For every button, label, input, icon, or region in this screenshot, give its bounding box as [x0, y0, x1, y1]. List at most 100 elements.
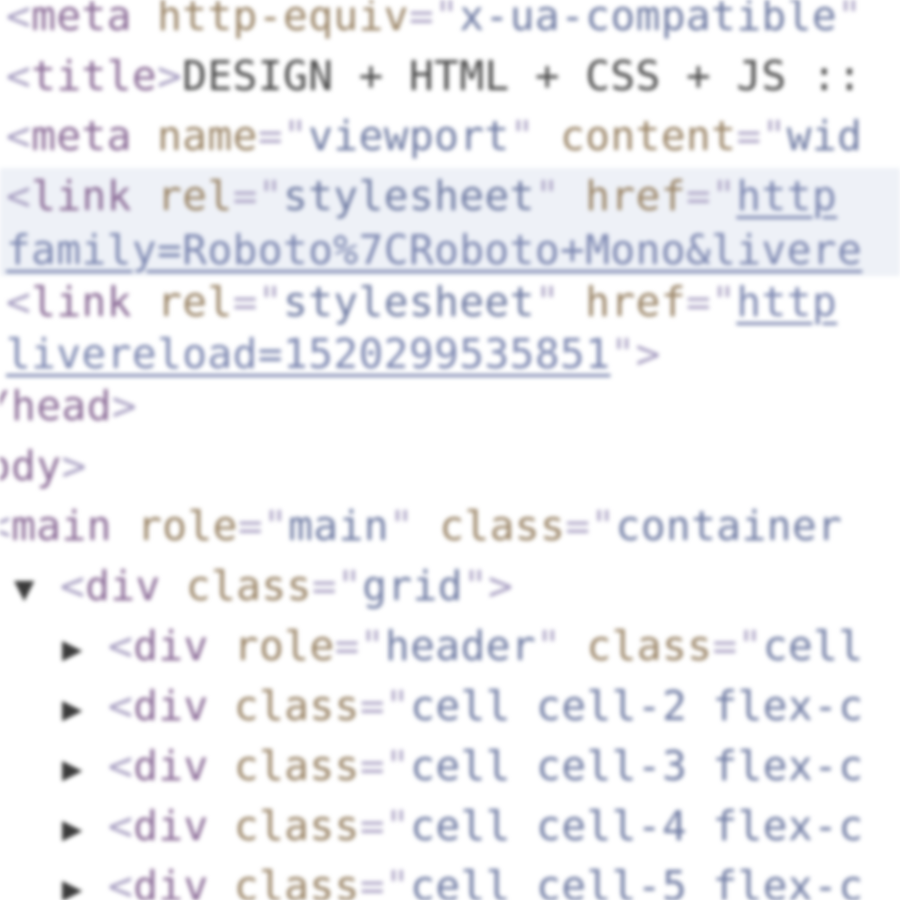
node-div-cell-5[interactable]: ▶ <div class="cell cell-5 flex-c — [62, 862, 864, 900]
node-meta-viewport[interactable]: <meta name="viewport" content="wid — [6, 112, 862, 172]
code-token-a: href — [560, 278, 687, 326]
code-token-b: > — [61, 442, 87, 490]
code-token-v: cell — [762, 622, 864, 670]
code-token-b: < — [108, 742, 134, 790]
node-div-cell-4[interactable]: ▶ <div class="cell cell-4 flex-c — [62, 802, 864, 862]
code-token-a: http-equiv — [131, 0, 409, 40]
code-token-b: > — [157, 52, 183, 100]
code-token-eq: =" — [565, 502, 616, 550]
code-token-v: wid — [786, 112, 863, 160]
code-token-a: class — [561, 622, 713, 670]
node-div-header[interactable]: ▶ <div role="header" class="cell — [62, 622, 864, 682]
node-meta-http-equiv[interactable]: <meta http-equiv="x-ua-compatible" — [6, 0, 862, 52]
code-token-b: < — [6, 172, 32, 220]
collapsed-triangle-icon[interactable]: ▶ — [62, 745, 108, 793]
code-token-a: class — [208, 742, 360, 790]
code-token-eq: " — [536, 622, 562, 670]
code-token-a: class — [414, 502, 566, 550]
dom-inspector-tree[interactable]: <meta http-equiv="x-ua-compatible" <titl… — [0, 0, 900, 900]
collapsed-triangle-icon[interactable]: ▶ — [62, 805, 108, 853]
code-token-t: div — [133, 622, 209, 670]
code-token-eq: =" — [686, 172, 737, 220]
code-token-eq: =" — [311, 562, 363, 610]
code-token-b: > — [635, 330, 661, 378]
code-token-v: main — [288, 502, 389, 550]
code-token-t: meta — [31, 0, 132, 40]
node-main-open[interactable]: <main role="main" class="container — [0, 502, 842, 562]
code-token-t: main — [11, 502, 112, 550]
code-token-eq: =" — [686, 278, 737, 326]
code-token-v: viewport — [308, 112, 510, 160]
code-token-t: /head — [0, 382, 112, 430]
code-token-eq: =" — [359, 862, 411, 900]
code-token-a: href — [560, 172, 687, 220]
code-token-t: div — [85, 562, 161, 610]
code-token-b: < — [108, 862, 134, 900]
code-token-b: < — [60, 562, 86, 610]
code-token-t: meta — [31, 112, 132, 160]
code-token-eq: " — [509, 112, 535, 160]
code-token-a: role — [111, 502, 238, 550]
code-token-a: class — [160, 562, 312, 610]
code-token-b: < — [6, 278, 32, 326]
code-token-b: < — [108, 802, 134, 850]
code-token-b: < — [6, 112, 32, 160]
node-link-stylesheet-2-cont: livereload=1520299535851"> — [6, 330, 661, 390]
code-token-b: < — [108, 622, 134, 670]
code-token-eq: " — [388, 502, 415, 550]
code-token-v: cell cell-4 flex-c — [410, 802, 864, 850]
code-token-v: cell cell-5 flex-c — [410, 862, 864, 900]
node-div-cell-3[interactable]: ▶ <div class="cell cell-3 flex-c — [62, 742, 864, 802]
code-token-eq: " — [462, 562, 489, 610]
node-link-stylesheet-1-cont: family=Roboto%7CRoboto+Mono&livere — [6, 226, 862, 286]
code-token-u[interactable]: livereload=1520299535851 — [6, 330, 610, 378]
code-token-v: grid — [362, 562, 463, 610]
code-token-a: class — [208, 802, 360, 850]
code-token-u[interactable]: family=Roboto%7CRoboto+Mono&livere — [6, 226, 862, 274]
node-body-open[interactable]: ody> — [0, 442, 87, 502]
code-token-eq: " — [610, 330, 636, 378]
code-token-eq: =" — [359, 682, 411, 730]
code-token-b: < — [108, 682, 134, 730]
node-link-stylesheet-2[interactable]: <link rel="stylesheet" href="http — [6, 278, 837, 338]
code-token-eq: =" — [232, 278, 284, 326]
collapsed-triangle-icon[interactable]: ▶ — [62, 625, 108, 673]
code-token-a: content — [534, 112, 737, 160]
code-token-t: div — [133, 742, 209, 790]
code-token-a: class — [208, 862, 360, 900]
code-token-eq: =" — [359, 742, 411, 790]
code-token-b: < — [6, 52, 32, 100]
code-token-eq: =" — [257, 112, 309, 160]
code-token-eq: =" — [408, 0, 460, 40]
code-token-b: < — [6, 0, 32, 40]
collapsed-triangle-icon[interactable]: ▶ — [62, 865, 108, 900]
node-link-stylesheet-1[interactable]: <link rel="stylesheet" href="http — [0, 168, 900, 276]
code-token-t: link — [31, 172, 132, 220]
code-token-eq: " — [534, 278, 561, 326]
code-token-eq: " — [837, 0, 863, 40]
code-token-b: > — [111, 382, 138, 430]
code-token-t: ody — [0, 442, 62, 490]
node-title[interactable]: <title>DESIGN + HTML + CSS + JS :: — [6, 52, 862, 112]
node-div-cell-2[interactable]: ▶ <div class="cell cell-2 flex-c — [62, 682, 864, 742]
code-token-eq: =" — [237, 502, 289, 550]
code-token-u[interactable]: http — [736, 172, 837, 220]
node-div-grid[interactable]: ▼ <div class="grid"> — [14, 562, 513, 622]
code-token-eq: " — [534, 172, 561, 220]
code-token-t: link — [31, 278, 132, 326]
code-token-v: cell cell-2 flex-c — [410, 682, 864, 730]
node-head-close[interactable]: /head> — [0, 382, 137, 442]
code-token-v: header — [385, 622, 537, 670]
code-token-eq: =" — [736, 112, 787, 160]
code-token-eq: =" — [232, 172, 284, 220]
code-token-a: name — [131, 112, 258, 160]
code-token-a: class — [208, 682, 360, 730]
code-token-v: cell cell-3 flex-c — [410, 742, 864, 790]
code-token-t: title — [31, 52, 158, 100]
code-token-u[interactable]: http — [736, 278, 837, 326]
collapsed-triangle-icon[interactable]: ▶ — [62, 685, 108, 733]
code-token-a: role — [208, 622, 335, 670]
expanded-triangle-icon[interactable]: ▼ — [14, 565, 60, 613]
code-token-t: div — [133, 802, 209, 850]
code-token-b: < — [0, 502, 11, 550]
